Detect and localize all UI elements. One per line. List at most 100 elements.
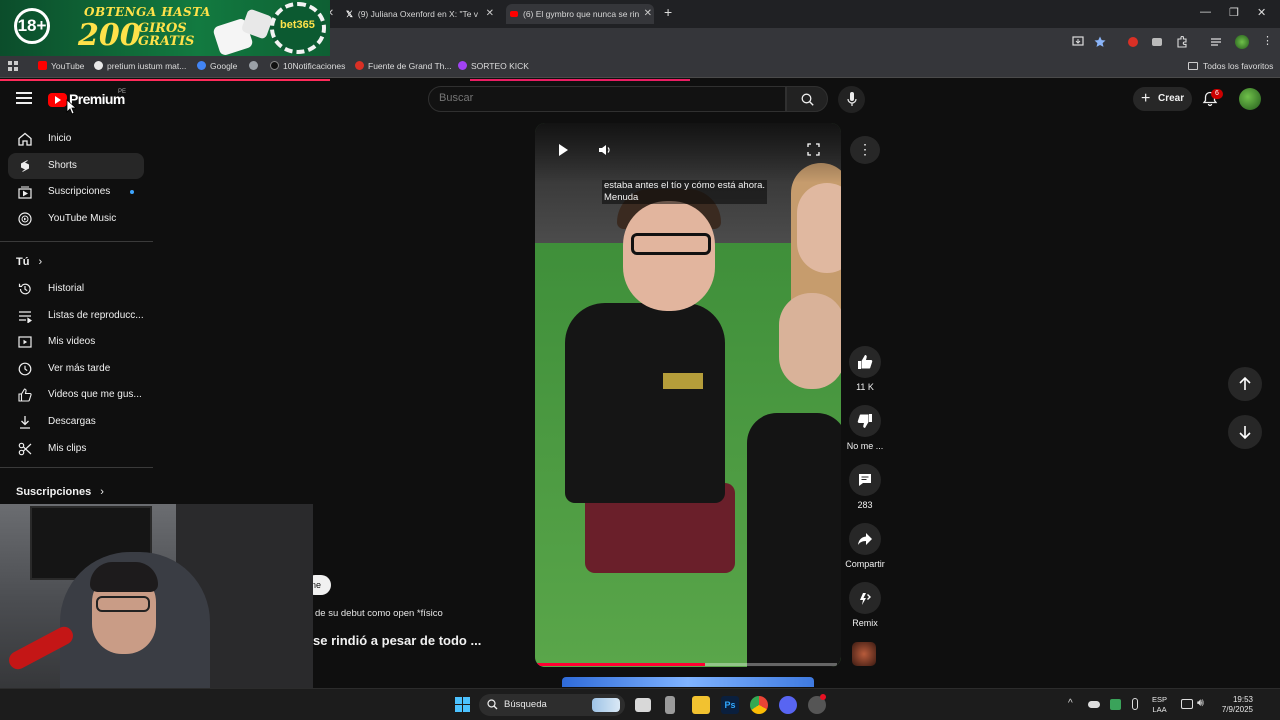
play-icon[interactable] [559,144,568,156]
extension-icon[interactable] [1152,38,1162,46]
sidebar-item-listas[interactable]: Listas de reproducc... [8,303,144,329]
onedrive-icon[interactable] [1088,701,1100,708]
video-progress-bar[interactable] [537,663,837,666]
app-icon[interactable] [665,696,675,714]
sidebar-item-inicio[interactable]: Inicio [8,126,144,152]
account-avatar[interactable] [1239,88,1261,110]
dislike-button[interactable] [849,405,881,437]
next-short-button[interactable] [1228,415,1262,449]
remix-action[interactable]: Remix [848,582,882,628]
extensions-puzzle-icon[interactable] [1176,36,1188,48]
chevron-up-icon[interactable]: ^ [1068,698,1073,709]
comment-icon [859,474,871,486]
discord-icon[interactable] [779,696,797,714]
create-button[interactable]: + Crear [1133,87,1192,111]
sidebar-item-descargas[interactable]: Descargas [8,409,144,435]
chrome-icon[interactable] [750,696,768,714]
sidebar-item-mis-clips[interactable]: Mis clips [8,436,144,462]
search-icon [487,699,498,710]
microphone-icon [847,92,857,106]
search-icon [801,93,814,106]
bookmark-youtube[interactable]: YouTube [38,61,84,71]
comments-action[interactable]: 283 [848,464,882,510]
chrome-menu-icon[interactable]: ⋮ [1262,34,1273,47]
notification-count-badge: 6 [1211,89,1223,99]
close-icon[interactable]: ✕ [644,4,652,24]
reading-list-icon[interactable] [1210,37,1222,47]
hamburger-menu-button[interactable] [16,92,32,106]
profile-avatar[interactable] [1235,35,1249,49]
folder-icon [1188,62,1198,70]
bookmark-notificaciones[interactable]: 10Notificaciones [270,61,345,71]
volume-icon[interactable] [598,144,612,156]
search-button[interactable] [786,86,828,112]
sidebar-section-suscripciones[interactable]: Suscripciones › [16,486,104,498]
bookmark-sorteo-kick[interactable]: SORTEO KICK [458,61,529,71]
sidebar-section-tu[interactable]: Tú › [16,256,42,268]
extension-icon[interactable] [1128,37,1138,47]
taskbar-clock[interactable]: 19:53 7/9/2025 [1215,695,1253,715]
search-bar[interactable] [428,86,786,112]
taskbar-search[interactable]: Búsqueda [479,694,625,716]
search-input[interactable] [439,92,759,104]
remix-button[interactable] [849,582,881,614]
share-action[interactable]: Compartir [845,523,885,569]
sidebar-item-label: Historial [48,283,85,294]
new-tab-button[interactable]: + [664,4,672,20]
apps-grid-icon[interactable] [8,61,19,72]
sidebar-item-videos-gustan[interactable]: Videos que me gus... [8,382,144,408]
more-options-button[interactable]: ⋮ [850,136,880,164]
bookmark-gta-font[interactable]: Fuente de Grand Th... [355,61,451,71]
fullscreen-icon[interactable] [807,143,820,156]
sidebar-item-suscripciones[interactable]: Suscripciones [8,179,144,205]
sidebar-item-ver-mas-tarde[interactable]: Ver más tarde [8,356,144,382]
voice-search-button[interactable] [838,86,865,113]
install-app-icon[interactable] [1072,36,1084,48]
bet365-ad-banner[interactable]: 18+ OBTENGA HASTA 200 GIROS GRATIS bet365 [0,0,330,56]
sidebar-item-mis-videos[interactable]: Mis videos [8,329,144,355]
bookmark-google[interactable]: Google [197,61,237,71]
tab-gymbro-active[interactable]: (6) El gymbro que nunca se rin ✕ [506,4,654,24]
share-button[interactable] [849,523,881,555]
restore-button[interactable]: ❐ [1229,6,1239,19]
bookmark-star-icon[interactable] [1094,36,1106,48]
bookmark-pretium[interactable]: pretium iustum mat... [94,61,186,71]
task-view-icon[interactable] [635,698,651,712]
close-window-button[interactable]: ✕ [1257,6,1266,19]
minimize-button[interactable]: — [1200,6,1211,18]
dislike-action[interactable]: No me ... [847,405,883,451]
close-icon[interactable]: ✕ [486,4,494,24]
sidebar-item-label: Listas de reproducc... [48,310,144,321]
tray-app-icon[interactable] [1110,699,1121,710]
short-video-player[interactable]: estaba antes el tío y cómo está ahora. M… [535,123,841,667]
next-short-preview[interactable] [562,677,814,687]
file-explorer-icon[interactable] [692,696,710,714]
photoshop-icon[interactable]: Ps [721,696,739,714]
video-caption: estaba antes el tío y cómo está ahora. M… [602,180,768,204]
all-bookmarks[interactable]: Todos los favoritos [1188,61,1273,71]
sidebar-item-historial[interactable]: Historial [8,276,144,302]
arrow-up-icon [1239,376,1251,390]
new-content-dot [130,190,134,194]
bookmark-label: Fuente de Grand Th... [368,61,452,71]
windows-start-icon[interactable] [455,697,471,713]
google-icon [197,61,206,70]
comments-button[interactable] [849,464,881,496]
sidebar-item-youtube-music[interactable]: YouTube Music [8,206,144,232]
sidebar-item-shorts[interactable]: Shorts [8,153,144,179]
tab-juliana-oxenford[interactable]: 𝕏 (9) Juliana Oxenford en X: "Te v ✕ [346,4,496,24]
like-action[interactable]: 11 K [848,346,882,392]
display-icon[interactable] [1181,699,1193,709]
share-icon [858,533,872,545]
language-indicator[interactable]: ESP LAA [1152,695,1167,715]
keyboard-layout: LAA [1152,705,1167,714]
short-title[interactable]: se rindió a pesar de todo ... [313,633,481,648]
microphone-icon[interactable] [1132,698,1138,710]
sound-thumbnail[interactable] [852,642,876,666]
like-button[interactable] [849,346,881,378]
shorts-icon [21,160,29,172]
speaker-icon[interactable]: 🔊︎ [1197,697,1204,710]
previous-short-button[interactable] [1228,367,1262,401]
bookmark-globe[interactable] [249,61,262,71]
page-load-indicator [470,79,690,81]
